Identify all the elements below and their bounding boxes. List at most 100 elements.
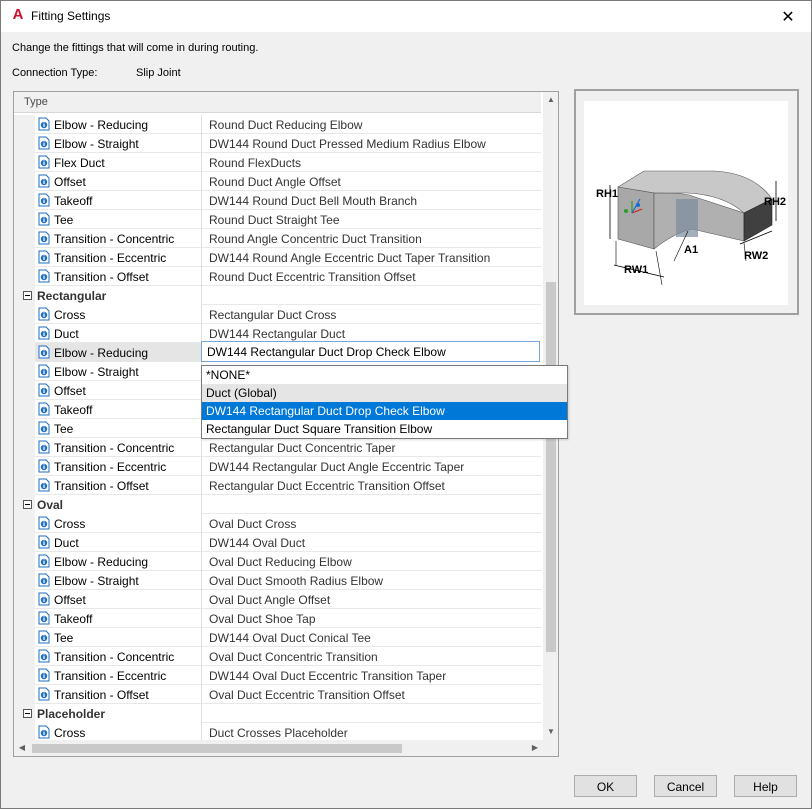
value-cell[interactable]: DW144 Oval Duct Eccentric Transition Tap… (203, 666, 541, 685)
cancel-button[interactable]: Cancel (654, 775, 717, 797)
fitting-row[interactable]: Transition - Eccentric DW144 Round Angle … (14, 248, 541, 267)
fitting-row[interactable]: Tee DW144 Oval Duct Conical Tee (14, 628, 541, 647)
dropdown-option[interactable]: DW144 Rectangular Duct Drop Check Elbow (202, 402, 567, 420)
row-gutter (14, 590, 35, 609)
fitting-row[interactable]: Transition - Offset Round Duct Eccentric … (14, 267, 541, 286)
fitting-info-icon (37, 117, 51, 131)
close-button[interactable]: ✕ (765, 1, 811, 32)
type-cell: Flex Duct (35, 153, 202, 172)
fitting-row[interactable]: Cross Oval Duct Cross (14, 514, 541, 533)
value-cell[interactable]: DW144 Oval Duct Conical Tee (203, 628, 541, 647)
fitting-value-label: Round Duct Straight Tee (209, 213, 340, 227)
ok-button[interactable]: OK (574, 775, 637, 797)
fitting-row[interactable]: Elbow - Reducing Round Duct Reducing Elbo… (14, 115, 541, 134)
fitting-preview-image: RH1 RH2 A1 RW1 RW2 (584, 101, 788, 305)
value-cell[interactable]: Oval Duct Eccentric Transition Offset (203, 685, 541, 704)
type-cell: Tee (35, 419, 202, 438)
dropdown-option[interactable]: *NONE* (202, 366, 567, 384)
fitting-info-icon (37, 421, 51, 435)
fitting-info-icon (37, 174, 51, 188)
fitting-row[interactable]: Offset Oval Duct Angle Offset (14, 590, 541, 609)
fitting-type-label: Offset (54, 593, 86, 607)
fitting-row[interactable]: Offset Round Duct Angle Offset (14, 172, 541, 191)
fitting-dropdown-list[interactable]: *NONE* Duct (Global) DW144 Rectangular Duc… (201, 365, 568, 439)
fitting-row[interactable]: Tee Round Duct Straight Tee (14, 210, 541, 229)
connection-type-label: Connection Type: (12, 67, 98, 79)
collapse-icon[interactable] (23, 709, 32, 718)
value-cell[interactable]: Round Duct Eccentric Transition Offset (203, 267, 541, 286)
category-row[interactable]: Placeholder (14, 704, 541, 723)
scroll-left-arrow-icon[interactable]: ◀ (14, 740, 30, 756)
fitting-row[interactable]: Cross Rectangular Duct Cross (14, 305, 541, 324)
fitting-value-combobox[interactable]: DW144 Rectangular Duct Drop Check Elbow (201, 341, 540, 362)
value-cell[interactable]: Oval Duct Angle Offset (203, 590, 541, 609)
value-cell[interactable]: Oval Duct Shoe Tap (203, 609, 541, 628)
value-cell[interactable]: DW144 Oval Duct (203, 533, 541, 552)
fitting-row[interactable]: Takeoff DW144 Round Duct Bell Mouth Branc… (14, 191, 541, 210)
value-cell[interactable]: DW144 Round Duct Pressed Medium Radius E… (203, 134, 541, 153)
scroll-up-arrow-icon[interactable]: ▲ (543, 92, 558, 108)
value-cell[interactable]: Round Duct Reducing Elbow (203, 115, 541, 134)
fitting-row[interactable]: Flex Duct Round FlexDucts (14, 153, 541, 172)
rw1-label: RW1 (624, 264, 648, 276)
collapse-icon[interactable] (23, 291, 32, 300)
fitting-value-label: DW144 Round Duct Bell Mouth Branch (209, 194, 418, 208)
type-cell: Oval (35, 495, 202, 514)
fitting-row[interactable]: Transition - Offset Oval Duct Eccentric T… (14, 685, 541, 704)
fitting-row[interactable]: Elbow - Straight DW144 Round Duct Pressed… (14, 134, 541, 153)
type-cell: Offset (35, 381, 202, 400)
row-gutter (14, 704, 35, 723)
scroll-down-arrow-icon[interactable]: ▼ (543, 724, 558, 740)
fitting-row[interactable]: Transition - Eccentric DW144 Rectangular … (14, 457, 541, 476)
horizontal-scroll-thumb[interactable] (32, 744, 402, 753)
fitting-type-label: Elbow - Straight (54, 574, 139, 588)
value-cell[interactable]: DW144 Round Duct Bell Mouth Branch (203, 191, 541, 210)
value-cell[interactable]: Oval Duct Concentric Transition (203, 647, 541, 666)
fitting-row[interactable]: Transition - Concentric Round Angle Conce… (14, 229, 541, 248)
type-cell: Offset (35, 590, 202, 609)
scroll-right-arrow-icon[interactable]: ▶ (527, 740, 543, 756)
value-cell[interactable]: Round Duct Angle Offset (203, 172, 541, 191)
fitting-row[interactable]: Transition - Eccentric DW144 Oval Duct Ec… (14, 666, 541, 685)
category-row[interactable]: Oval (14, 495, 541, 514)
fitting-row[interactable]: Takeoff Oval Duct Shoe Tap (14, 609, 541, 628)
horizontal-scrollbar[interactable]: ◀ ▶ (14, 740, 543, 756)
type-cell: Duct (35, 324, 202, 343)
fitting-row[interactable]: Transition - Offset Rectangular Duct Ecce… (14, 476, 541, 495)
vertical-scroll-thumb[interactable] (546, 282, 556, 652)
value-cell[interactable]: Oval Duct Smooth Radius Elbow (203, 571, 541, 590)
fitting-info-icon (37, 725, 51, 739)
fitting-row[interactable]: Elbow - Reducing Oval Duct Reducing Elbow (14, 552, 541, 571)
dropdown-option[interactable]: Duct (Global) (202, 384, 567, 402)
value-cell[interactable]: Rectangular Duct Concentric Taper (203, 438, 541, 457)
fitting-info-icon (37, 478, 51, 492)
type-cell: Cross (35, 305, 202, 324)
value-cell[interactable]: DW144 Round Angle Eccentric Duct Taper T… (203, 248, 541, 267)
value-cell[interactable]: Round Angle Concentric Duct Transition (203, 229, 541, 248)
fitting-row[interactable]: Duct DW144 Oval Duct (14, 533, 541, 552)
fitting-info-icon (37, 383, 51, 397)
type-cell: Transition - Concentric (35, 647, 202, 666)
value-cell[interactable]: Round FlexDucts (203, 153, 541, 172)
help-button[interactable]: Help (734, 775, 797, 797)
category-row[interactable]: Rectangular (14, 286, 541, 305)
value-cell[interactable]: Rectangular Duct Eccentric Transition Of… (203, 476, 541, 495)
fitting-row[interactable]: Transition - Concentric Oval Duct Concent… (14, 647, 541, 666)
fitting-row[interactable]: Transition - Concentric Rectangular Duct … (14, 438, 541, 457)
title-bar: A Fitting Settings ✕ (1, 1, 811, 32)
value-cell[interactable]: DW144 Rectangular Duct Angle Eccentric T… (203, 457, 541, 476)
row-gutter (14, 552, 35, 571)
row-gutter (14, 514, 35, 533)
type-cell: Tee (35, 628, 202, 647)
value-cell[interactable]: Oval Duct Reducing Elbow (203, 552, 541, 571)
fitting-type-label: Transition - Eccentric (54, 251, 167, 265)
value-cell[interactable]: Rectangular Duct Cross (203, 305, 541, 324)
dropdown-option[interactable]: Rectangular Duct Square Transition Elbow (202, 420, 567, 438)
fitting-row[interactable]: Elbow - Straight Oval Duct Smooth Radius … (14, 571, 541, 590)
fitting-info-icon (37, 459, 51, 473)
value-cell[interactable]: Round Duct Straight Tee (203, 210, 541, 229)
value-cell[interactable]: Oval Duct Cross (203, 514, 541, 533)
collapse-icon[interactable] (23, 500, 32, 509)
fitting-info-icon (37, 611, 51, 625)
fitting-type-label: Transition - Concentric (54, 232, 175, 246)
